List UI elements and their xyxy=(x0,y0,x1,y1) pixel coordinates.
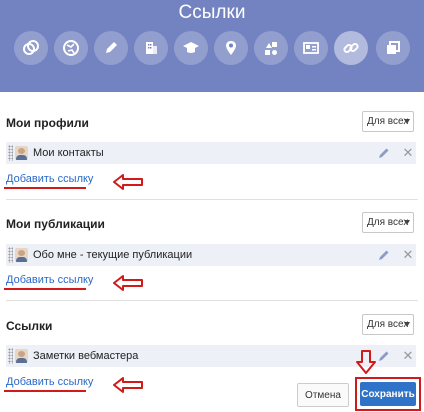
annotation-arrow-left-icon xyxy=(113,275,143,291)
add-link-profiles[interactable]: Добавить ссылку xyxy=(6,172,93,186)
annotation-underline xyxy=(4,288,86,290)
page-title: Ссылки xyxy=(178,2,246,23)
annotation-arrow-down-icon xyxy=(356,350,376,374)
close-icon[interactable]: ✕ xyxy=(402,146,414,160)
edit-pencil-icon[interactable] xyxy=(377,248,391,262)
visibility-select-value: Для всех xyxy=(367,217,409,228)
section-title-links: Ссылки xyxy=(6,319,53,333)
avatar xyxy=(15,146,28,160)
list-item-label: Заметки вебмастера xyxy=(33,350,139,362)
chevron-down-icon xyxy=(404,220,410,225)
header-bar: Ссылки xyxy=(0,0,424,92)
list-item-label: Мои контакты xyxy=(33,147,104,159)
annotation-arrow-left-icon xyxy=(113,377,143,393)
section-title-publications: Мои публикации xyxy=(6,217,105,231)
graduation-cap-icon[interactable] xyxy=(174,31,208,65)
drag-handle-icon[interactable] xyxy=(8,145,13,161)
visibility-select-publications[interactable]: Для всех xyxy=(362,212,414,233)
visibility-select-links[interactable]: Для всех xyxy=(362,314,414,335)
globe-icon[interactable] xyxy=(54,31,88,65)
building-icon[interactable] xyxy=(134,31,168,65)
add-link-links[interactable]: Добавить ссылку xyxy=(6,375,93,389)
close-icon[interactable]: ✕ xyxy=(402,248,414,262)
drag-handle-icon[interactable] xyxy=(8,348,13,364)
cancel-button[interactable]: Отмена xyxy=(297,383,349,407)
list-item-label: Обо мне - текущие публикации xyxy=(33,249,193,261)
close-icon[interactable]: ✕ xyxy=(402,349,414,363)
avatar xyxy=(15,248,28,262)
chevron-down-icon xyxy=(404,119,410,124)
chevron-down-icon xyxy=(404,322,410,327)
visibility-select-value: Для всех xyxy=(367,116,409,127)
category-icon-row xyxy=(0,31,424,65)
section-divider xyxy=(6,199,418,200)
save-button[interactable]: Сохранить xyxy=(360,382,416,406)
edit-pencil-icon[interactable] xyxy=(377,146,391,160)
annotation-underline xyxy=(4,187,86,189)
edit-pencil-icon[interactable] xyxy=(377,349,391,363)
annotation-arrow-left-icon xyxy=(113,174,143,190)
list-item-about[interactable]: Обо мне - текущие публикации ✕ xyxy=(6,244,416,266)
section-divider xyxy=(6,300,418,301)
avatar xyxy=(15,349,28,363)
section-title-profiles: Мои профили xyxy=(6,116,89,130)
copy-icon[interactable] xyxy=(376,31,410,65)
visibility-select-value: Для всех xyxy=(367,319,409,330)
link-circle-icon[interactable] xyxy=(14,31,48,65)
annotation-underline xyxy=(4,390,86,392)
add-link-publications[interactable]: Добавить ссылку xyxy=(6,273,93,287)
pencil-icon[interactable] xyxy=(94,31,128,65)
shapes-icon[interactable] xyxy=(254,31,288,65)
drag-handle-icon[interactable] xyxy=(8,247,13,263)
location-pin-icon[interactable] xyxy=(214,31,248,65)
list-item-contacts[interactable]: Мои контакты ✕ xyxy=(6,142,416,164)
id-card-icon[interactable] xyxy=(294,31,328,65)
chain-link-icon[interactable] xyxy=(334,31,368,65)
visibility-select-profiles[interactable]: Для всех xyxy=(362,111,414,132)
